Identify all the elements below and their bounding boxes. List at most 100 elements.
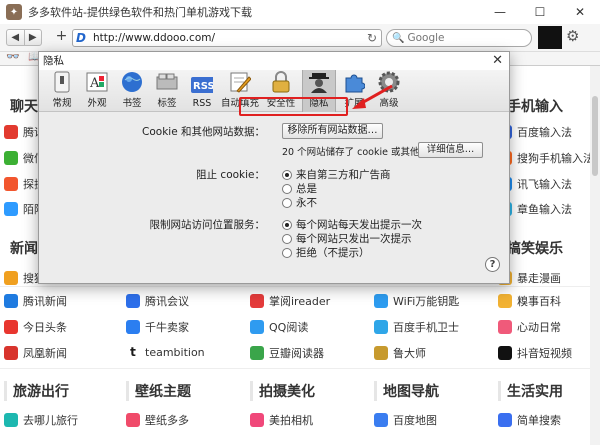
page-scrollbar[interactable] bbox=[590, 66, 600, 445]
search-bar[interactable]: 🔍 bbox=[386, 29, 532, 47]
block-cookies-label: 阻止 cookie： bbox=[196, 169, 265, 181]
settings-gear-icon[interactable]: ⚙ bbox=[566, 27, 579, 45]
lock-icon bbox=[270, 71, 292, 93]
search-input[interactable] bbox=[407, 32, 518, 44]
pencil-icon bbox=[229, 71, 251, 93]
scrollbar-thumb[interactable] bbox=[592, 96, 598, 176]
list-item[interactable]: 千牛卖家 bbox=[126, 319, 189, 335]
help-button[interactable]: ? bbox=[485, 257, 500, 272]
radio-unselected bbox=[282, 183, 292, 194]
list-item[interactable]: 搜狗手机输入法 bbox=[498, 150, 594, 166]
location-option-once[interactable]: 每个网站只发出一次提示 bbox=[282, 231, 412, 246]
tab-tabs[interactable]: 标签 bbox=[150, 70, 184, 112]
dialog-title: 隐私 bbox=[43, 55, 64, 67]
close-button[interactable]: ✕ bbox=[560, 0, 600, 24]
list-item[interactable]: 百度地图 bbox=[374, 412, 437, 428]
tab-appearance[interactable]: A 外观 bbox=[80, 70, 114, 112]
app-icon bbox=[250, 413, 264, 427]
app-icon bbox=[498, 413, 512, 427]
tabs-icon bbox=[156, 71, 178, 93]
reading-list-icon[interactable]: 👓 bbox=[6, 50, 20, 63]
block-option-never[interactable]: 永不 bbox=[282, 195, 317, 210]
section-heading-travel: 旅游出行 bbox=[4, 381, 69, 401]
block-option-always[interactable]: 总是 bbox=[282, 181, 317, 196]
list-item[interactable]: t teambition bbox=[126, 345, 205, 359]
section-heading-life: 生活实用 bbox=[498, 381, 563, 401]
stored-sites-count-text: 20 个网站储存了 cookie 或其他数据 bbox=[282, 147, 439, 158]
list-item[interactable]: QQ阅读 bbox=[250, 319, 308, 335]
minimize-button[interactable]: — bbox=[480, 0, 520, 24]
list-item[interactable]: 百度手机卫士 bbox=[374, 319, 459, 335]
block-option-third-party[interactable]: 来自第三方和广告商 bbox=[282, 167, 391, 182]
list-item[interactable]: 壁纸多多 bbox=[126, 412, 189, 428]
app-icon bbox=[4, 413, 18, 427]
section-heading-news: 新闻 bbox=[10, 241, 38, 257]
maximize-button[interactable]: ☐ bbox=[520, 0, 560, 24]
tab-bookmarks[interactable]: 书签 bbox=[115, 70, 149, 112]
list-item[interactable]: 豆瓣阅读器 bbox=[250, 345, 324, 361]
address-url: http://www.ddooo.com/ bbox=[93, 32, 216, 44]
list-item[interactable]: 腾讯会议 bbox=[126, 293, 189, 309]
list-item[interactable]: 掌阅ireader bbox=[250, 293, 330, 309]
app-icon bbox=[374, 413, 388, 427]
reload-icon[interactable]: ↻ bbox=[367, 31, 377, 45]
list-item[interactable]: 抖音短视频 bbox=[498, 345, 572, 361]
cookie-data-label: Cookie 和其他网站数据： bbox=[142, 126, 265, 138]
radio-unselected bbox=[282, 247, 292, 258]
search-icon: 🔍 bbox=[392, 32, 405, 44]
radio-selected bbox=[282, 169, 292, 180]
location-option-deny[interactable]: 拒绝（不提示） bbox=[282, 245, 370, 260]
dialog-titlebar: 隐私 ✕ bbox=[39, 52, 509, 70]
dialog-close-button[interactable]: ✕ bbox=[492, 52, 503, 70]
teambition-icon: t bbox=[126, 345, 140, 359]
profile-thumbnail[interactable] bbox=[538, 26, 562, 49]
remove-all-website-data-button[interactable]: 移除所有网站数据… bbox=[282, 123, 383, 139]
list-item[interactable]: 鲁大师 bbox=[374, 345, 426, 361]
app-icon bbox=[126, 294, 140, 308]
nav-buttons: ◀ ▶ bbox=[6, 29, 42, 46]
app-icon bbox=[498, 320, 512, 334]
section-heading-map: 地图导航 bbox=[374, 381, 439, 401]
browser-toolbar: ◀ ▶ + D http://www.ddooo.com/ ↻ 🔍 bbox=[0, 24, 600, 52]
app-icon bbox=[498, 294, 512, 308]
list-item[interactable]: 心动日常 bbox=[498, 319, 561, 335]
location-option-daily[interactable]: 每个网站每天发出提示一次 bbox=[282, 217, 422, 232]
app-icon bbox=[4, 151, 18, 165]
list-item[interactable]: 去哪儿旅行 bbox=[4, 412, 78, 428]
radio-unselected bbox=[282, 197, 292, 208]
list-item[interactable]: 腾讯新闻 bbox=[4, 293, 67, 309]
window-controls: — ☐ ✕ bbox=[480, 0, 600, 24]
section-heading-wallpaper: 壁纸主题 bbox=[126, 381, 191, 401]
app-icon bbox=[250, 346, 264, 360]
tab-general[interactable]: 常规 bbox=[45, 70, 79, 112]
new-tab-button[interactable]: + bbox=[54, 29, 69, 46]
rss-icon: RSS bbox=[191, 74, 213, 96]
person-icon bbox=[308, 71, 330, 93]
back-button[interactable]: ◀ bbox=[7, 30, 25, 45]
section-heading-chat: 聊天 bbox=[10, 99, 38, 115]
app-icon bbox=[4, 294, 18, 308]
app-icon bbox=[126, 320, 140, 334]
address-bar[interactable]: D http://www.ddooo.com/ ↻ bbox=[72, 29, 382, 47]
radio-selected bbox=[282, 219, 292, 230]
app-icon bbox=[374, 294, 388, 308]
window-title: 多多软件站-提供绿色软件和热门单机游戏下载 bbox=[28, 6, 252, 19]
list-item[interactable]: 美拍相机 bbox=[250, 412, 313, 428]
site-favicon-icon: D bbox=[76, 31, 86, 45]
list-item[interactable]: 糗事百科 bbox=[498, 293, 561, 309]
divider bbox=[0, 286, 600, 287]
list-item[interactable]: 凤凰新闻 bbox=[4, 345, 67, 361]
list-item[interactable]: 今日头条 bbox=[4, 319, 67, 335]
details-button[interactable]: 详细信息… bbox=[418, 142, 483, 158]
app-icon bbox=[4, 346, 18, 360]
forward-button[interactable]: ▶ bbox=[25, 30, 42, 45]
app-icon bbox=[498, 346, 512, 360]
title-bar: ✦ 多多软件站-提供绿色软件和热门单机游戏下载 — ☐ ✕ bbox=[0, 0, 600, 24]
app-icon bbox=[4, 271, 18, 285]
app-icon bbox=[4, 320, 18, 334]
app-icon: ✦ bbox=[6, 4, 22, 20]
tab-rss[interactable]: RSS RSS bbox=[185, 70, 219, 112]
list-item[interactable]: 简单搜索 bbox=[498, 412, 561, 428]
list-item[interactable]: WiFi万能钥匙 bbox=[374, 293, 459, 309]
divider bbox=[0, 368, 600, 369]
